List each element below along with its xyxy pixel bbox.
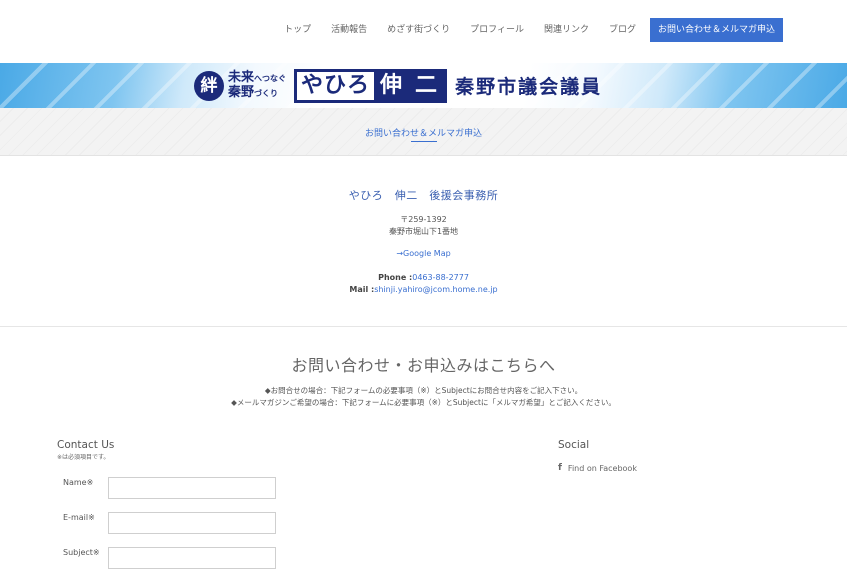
facebook-link[interactable]: f Find on Facebook — [558, 463, 637, 473]
page-title-band: お問い合わせ＆メルマガ申込 — [0, 108, 847, 156]
nav-item-activity[interactable]: 活動報告 — [321, 18, 377, 42]
logo-slogan: 未来へつなぐ 秦野づくり — [228, 69, 287, 101]
site-logo[interactable]: 絆 未来へつなぐ 秦野づくり やひろ 伸 二 秦野市議会議員 — [194, 67, 602, 104]
office-name: やひろ 伸二 後援会事務所 — [348, 189, 499, 202]
google-map-link[interactable]: →Google Map — [0, 249, 847, 258]
mail-link[interactable]: shinji.yahiro@jcom.home.ne.jp — [374, 285, 497, 294]
office-address: 秦野市堀山下1番地 — [388, 227, 459, 236]
email-label: E-mail※ — [63, 513, 95, 522]
logo-name-kanji-2: 二 — [409, 71, 445, 100]
page-title-underline — [411, 141, 437, 142]
social-title: Social — [558, 439, 590, 451]
nav-item-blog[interactable]: ブログ — [599, 18, 646, 42]
email-input[interactable] — [108, 512, 276, 534]
slogan-line-1-main: 未来 — [228, 69, 255, 85]
nav-item-contact[interactable]: お問い合わせ＆メルマガ申込 — [649, 18, 783, 42]
slogan-line-2-small: づくり — [254, 88, 279, 98]
logo-name-kanji-1: 伸 — [374, 71, 410, 100]
name-label: Name※ — [63, 478, 94, 487]
header-banner: 絆 未来へつなぐ 秦野づくり やひろ 伸 二 秦野市議会議員 — [0, 63, 847, 108]
logo-name-box: やひろ 伸 二 — [294, 68, 448, 103]
main-nav: トップ 活動報告 めざす街づくり プロフィール 関連リンク ブログ お問い合わせ… — [274, 18, 783, 42]
office-mail: Mail :shinji.yahiro@jcom.home.ne.jp — [0, 285, 847, 294]
page-title: お問い合わせ＆メルマガ申込 — [364, 129, 482, 139]
slogan-line-2-main: 秦野 — [228, 84, 255, 100]
slogan-line-1: 未来へつなぐ — [228, 69, 287, 86]
nav-item-profile[interactable]: プロフィール — [460, 18, 534, 42]
contact-note-inquiry: ◆お問合せの場合：下記フォームの必要事項（※）とSubjectにお問合せ内容をご… — [264, 386, 583, 395]
name-input[interactable] — [108, 477, 276, 499]
slogan-line-1-small: へつなぐ — [254, 73, 287, 83]
subject-label: Subject※ — [63, 548, 100, 557]
facebook-link-label: Find on Facebook — [567, 463, 637, 473]
site-header: トップ 活動報告 めざす街づくり プロフィール 関連リンク ブログ お問い合わせ… — [0, 0, 847, 63]
phone-label: Phone : — [378, 273, 413, 282]
slogan-line-2: 秦野づくり — [228, 84, 286, 101]
phone-link[interactable]: 0463-88-2777 — [412, 273, 469, 282]
contact-note-newsletter: ◆メールマガジンご希望の場合：下記フォームに必要事項（※）とSubjectに「メ… — [231, 398, 616, 407]
mail-label: Mail : — [349, 285, 375, 294]
logo-name-hiragana: やひろ — [301, 72, 371, 98]
kizuna-emblem: 絆 — [194, 70, 224, 101]
office-info: やひろ 伸二 後援会事務所 〒259-1392 秦野市堀山下1番地 →Googl… — [0, 157, 847, 327]
nav-item-vision[interactable]: めざす街づくり — [377, 18, 460, 42]
form-title: Contact Us — [57, 439, 115, 451]
subject-input[interactable] — [108, 547, 276, 569]
nav-item-links[interactable]: 関連リンク — [534, 18, 599, 42]
logo-title: 秦野市議会議員 — [455, 76, 603, 98]
office-phone: Phone :0463-88-2777 — [0, 273, 847, 282]
form-required-note: ※は必須項目です。 — [57, 454, 110, 461]
office-zip: 〒259-1392 — [400, 215, 447, 224]
contact-heading: お問い合わせ・お申込みはこちらへ — [291, 356, 556, 375]
facebook-icon: f — [558, 463, 562, 473]
nav-item-top[interactable]: トップ — [274, 18, 321, 42]
